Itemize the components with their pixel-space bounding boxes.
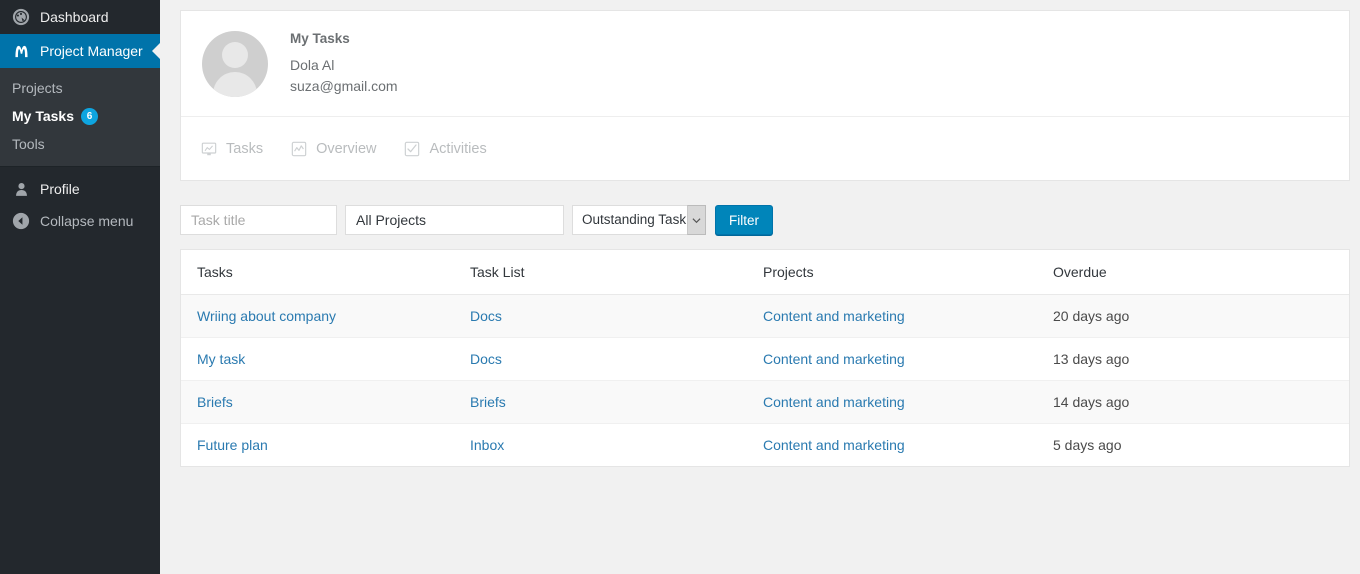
table-row: Future plan Inbox Content and marketing … [181,424,1349,467]
column-header-task-list: Task List [470,250,763,295]
table-row: My task Docs Content and marketing 13 da… [181,337,1349,381]
profile-email: suza@gmail.com [290,78,398,95]
tab-bar: Tasks Overview Activities [181,117,1349,180]
task-link[interactable]: Wriing about company [197,308,336,324]
profile-card: My Tasks Dola Al suza@gmail.com Tasks Ov… [180,10,1350,181]
sidebar-item-profile-label: Profile [40,181,80,197]
table-header-row: Tasks Task List Projects Overdue [181,250,1349,295]
overdue-value: 5 days ago [1053,437,1122,453]
sidebar-lower-group: Profile Collapse menu [0,167,160,237]
tab-activities-label: Activities [429,140,487,157]
main-content: My Tasks Dola Al suza@gmail.com Tasks Ov… [160,0,1360,574]
sidebar-item-dashboard-label: Dashboard [40,9,109,25]
collapse-menu-button[interactable]: Collapse menu [0,205,160,237]
tasks-table: Tasks Task List Projects Overdue Wriing … [181,250,1349,466]
sidebar-item-project-manager[interactable]: Project Manager [0,34,160,68]
sidebar-item-projects[interactable]: Projects [0,74,160,102]
tab-tasks-label: Tasks [226,140,264,157]
sidebar-item-profile[interactable]: Profile [0,173,160,205]
column-header-tasks: Tasks [181,250,470,295]
task-list-link[interactable]: Docs [470,351,502,367]
project-link[interactable]: Content and marketing [763,308,905,324]
task-link[interactable]: Future plan [197,437,268,453]
column-header-overdue: Overdue [1053,250,1349,295]
sidebar-item-my-tasks-label: My Tasks [12,108,74,124]
sidebar-item-dashboard[interactable]: Dashboard [0,0,160,34]
collapse-menu-label: Collapse menu [40,213,134,229]
sidebar-submenu: Projects My Tasks 6 Tools [0,68,160,166]
tab-tasks[interactable]: Tasks [200,140,263,157]
overdue-value: 14 days ago [1053,394,1130,410]
active-menu-arrow [152,43,160,59]
sidebar-item-project-manager-label: Project Manager [40,43,143,59]
admin-sidebar: Dashboard Project Manager Projects My Ta… [0,0,160,574]
avatar-head [222,41,248,68]
sidebar-item-projects-label: Projects [12,80,63,96]
tasks-table-body: Wriing about company Docs Content and ma… [181,294,1349,467]
user-icon [11,179,31,199]
sidebar-item-my-tasks[interactable]: My Tasks 6 [0,102,160,130]
tab-overview-label: Overview [316,140,377,157]
column-header-projects: Projects [763,250,1053,295]
tasks-table-card: Tasks Task List Projects Overdue Wriing … [180,249,1350,467]
profile-header: My Tasks Dola Al suza@gmail.com [181,11,1349,117]
my-tasks-count-badge: 6 [81,107,98,125]
overdue-value: 20 days ago [1053,308,1130,324]
overdue-value: 13 days ago [1053,351,1130,367]
filter-button[interactable]: Filter [715,205,773,235]
task-list-link[interactable]: Docs [470,308,502,324]
sidebar-item-tools[interactable]: Tools [0,130,160,158]
overview-chart-icon [290,140,307,157]
status-select[interactable]: Outstanding Task [572,205,706,235]
profile-name: Dola Al [290,56,335,73]
project-link[interactable]: Content and marketing [763,351,905,367]
task-link[interactable]: Briefs [197,394,233,410]
tab-activities[interactable]: Activities [404,140,487,157]
task-link[interactable]: My task [197,351,245,367]
profile-meta: My Tasks Dola Al suza@gmail.com [290,29,398,98]
project-link[interactable]: Content and marketing [763,437,905,453]
table-row: Briefs Briefs Content and marketing 14 d… [181,380,1349,424]
content-wrap: My Tasks Dola Al suza@gmail.com Tasks Ov… [160,0,1360,467]
page-title: My Tasks [290,30,350,46]
sidebar-item-tools-label: Tools [12,136,45,152]
task-list-link[interactable]: Inbox [470,437,504,453]
activities-checkbox-icon [404,140,421,157]
project-manager-icon [11,41,31,61]
filter-bar: Outstanding Task Filter [180,205,1345,235]
chevron-down-icon[interactable] [687,205,706,235]
task-list-link[interactable]: Briefs [470,394,506,410]
project-link[interactable]: Content and marketing [763,394,905,410]
collapse-arrow-icon [11,211,31,231]
avatar-body [213,71,257,97]
table-row: Wriing about company Docs Content and ma… [181,294,1349,338]
avatar [202,30,268,97]
dashboard-icon [11,7,31,27]
status-select-value: Outstanding Task [572,205,706,235]
project-filter-input[interactable] [345,205,564,235]
tasks-monitor-icon [200,140,217,157]
tab-overview[interactable]: Overview [290,140,377,157]
tasks-table-head: Tasks Task List Projects Overdue [181,250,1349,295]
task-title-input[interactable] [180,205,337,235]
